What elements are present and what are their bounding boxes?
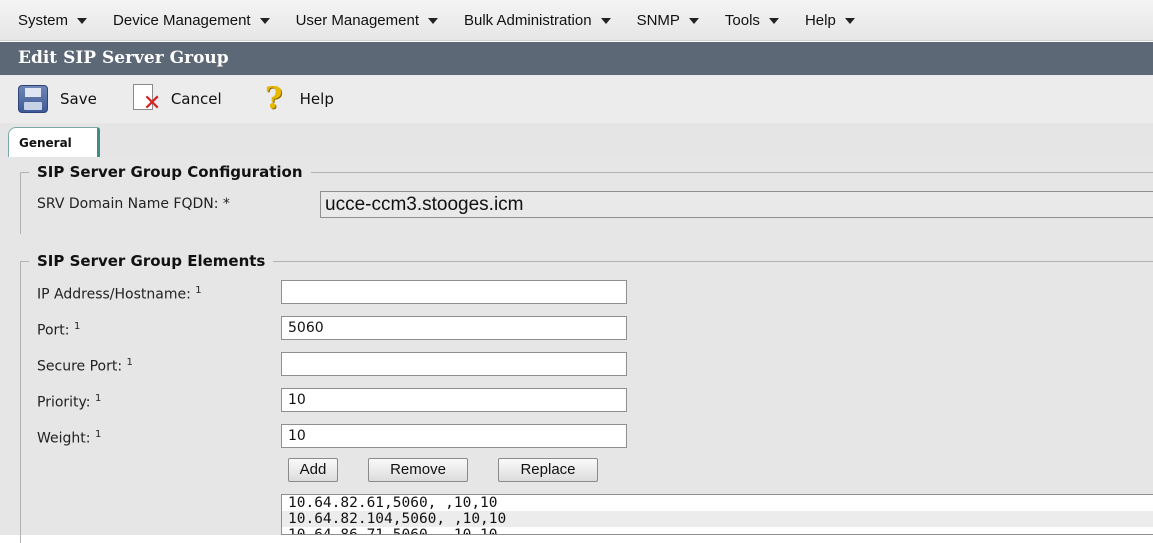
ip-address-label-text: IP Address/Hostname: [37, 286, 191, 303]
fqdn-field[interactable]: ucce-ccm3.stooges.icm [320, 191, 1153, 218]
weight-field[interactable]: 10 [281, 424, 627, 448]
ip-address-footnote: 1 [195, 285, 202, 296]
chevron-down-icon [688, 18, 699, 24]
cancel-icon: ✕ [131, 84, 161, 115]
weight-footnote: 1 [94, 429, 102, 440]
tab-strip: General [0, 123, 1153, 157]
server-list[interactable]: 10.64.82.61,5060, ,10,10 10.64.82.104,50… [281, 494, 1153, 535]
port-label: Port: 1 [37, 321, 80, 339]
chevron-down-icon [428, 18, 438, 24]
priority-label-text: Priority: [37, 394, 91, 411]
remove-button[interactable]: Remove [368, 458, 468, 482]
cancel-button[interactable]: ✕ Cancel [131, 84, 222, 115]
tab-general[interactable]: General [8, 127, 100, 157]
configuration-legend: SIP Server Group Configuration [37, 163, 303, 181]
elements-legend: SIP Server Group Elements [37, 252, 266, 270]
ip-address-field[interactable] [281, 280, 627, 304]
chevron-down-icon [600, 18, 611, 24]
priority-label: Priority: 1 [37, 393, 101, 411]
chevron-down-icon [77, 18, 88, 24]
menu-device-management[interactable]: Device Management [113, 12, 270, 29]
menu-tools-label: Tools [724, 11, 760, 29]
chevron-down-icon [844, 18, 855, 24]
weight-label-text: Weight: [37, 430, 91, 447]
menu-bulk-administration[interactable]: Bulk Administration [464, 12, 611, 29]
cancel-button-label: Cancel [170, 90, 222, 108]
fqdn-label: SRV Domain Name FQDN: * [37, 196, 230, 212]
help-icon: ? [264, 81, 283, 116]
menu-user-management-label: User Management [295, 11, 419, 29]
weight-label: Weight: 1 [37, 429, 101, 447]
save-button[interactable]: Save [18, 85, 97, 113]
menu-help-label: Help [804, 11, 836, 29]
priority-field[interactable]: 10 [281, 388, 627, 412]
menu-snmp[interactable]: SNMP [637, 12, 699, 29]
menu-device-management-label: Device Management [113, 11, 251, 29]
add-button[interactable]: Add [288, 458, 338, 482]
port-field[interactable]: 5060 [281, 316, 627, 340]
list-item[interactable]: 10.64.82.61,5060, ,10,10 [282, 495, 1153, 511]
menu-help[interactable]: Help [805, 12, 855, 29]
secure-port-label: Secure Port: 1 [37, 357, 133, 375]
menu-snmp-label: SNMP [636, 11, 680, 29]
save-button-label: Save [60, 90, 97, 108]
save-icon [18, 85, 48, 113]
port-footnote: 1 [73, 321, 81, 332]
toolbar: Save ✕ Cancel ? Help [0, 75, 1153, 123]
help-button[interactable]: ? Help [260, 84, 334, 114]
replace-button[interactable]: Replace [498, 458, 598, 482]
page-title: Edit SIP Server Group [0, 42, 1153, 75]
menu-bar: System Device Management User Management… [0, 0, 1153, 41]
menu-user-management[interactable]: User Management [296, 12, 438, 29]
menu-tools[interactable]: Tools [725, 12, 779, 29]
menu-system-label: System [18, 11, 69, 29]
priority-footnote: 1 [94, 393, 102, 404]
port-label-text: Port: [37, 322, 70, 339]
menu-system[interactable]: System [18, 11, 88, 29]
ip-address-label: IP Address/Hostname: 1 [37, 285, 202, 303]
list-item[interactable]: 10.64.86.71,5060, ,10,10 [282, 527, 1153, 534]
list-item[interactable]: 10.64.82.104,5060, ,10,10 [282, 511, 1153, 527]
help-button-label: Help [299, 90, 334, 108]
chevron-down-icon [768, 18, 779, 24]
menu-bulk-administration-label: Bulk Administration [464, 11, 592, 29]
secure-port-footnote: 1 [126, 357, 133, 368]
secure-port-label-text: Secure Port: [37, 358, 123, 375]
secure-port-field[interactable] [281, 352, 627, 376]
chevron-down-icon [259, 18, 270, 24]
